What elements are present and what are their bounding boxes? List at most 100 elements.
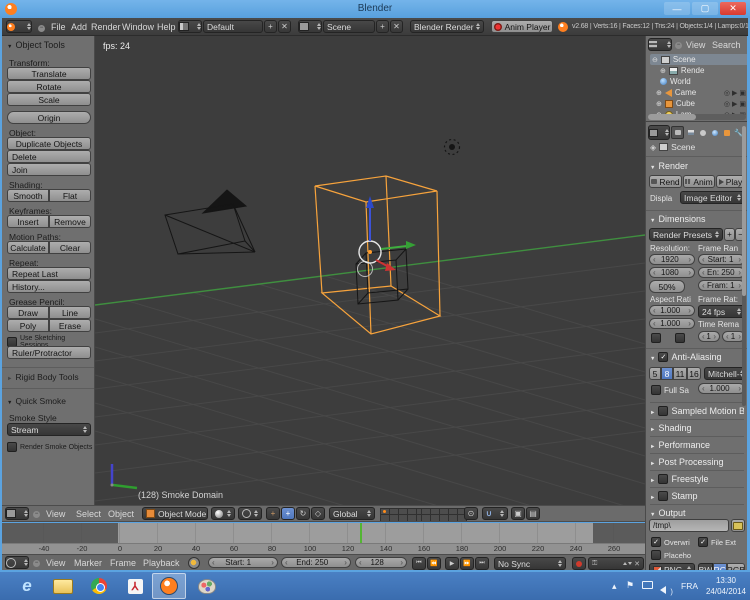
full-sample-checkbox[interactable] — [651, 385, 661, 395]
tray-clock[interactable]: 13:30 24/04/2014 — [705, 575, 747, 597]
origin-button[interactable]: Origin — [7, 111, 91, 124]
layer-grid-2b[interactable] — [421, 514, 467, 521]
rigid-body-tools-panel[interactable]: Rigid Body Tools — [15, 372, 78, 382]
render-presets-selector[interactable]: Render Presets — [649, 228, 723, 241]
collapse-menus-icon[interactable]: − — [33, 511, 40, 518]
add-scene-icon[interactable]: + — [376, 20, 389, 33]
dimensions-panel-title[interactable]: Dimensions — [658, 214, 705, 224]
transform-orientation-selector[interactable]: Global — [329, 507, 375, 520]
scene-icon-button[interactable] — [298, 20, 322, 33]
maximize-button[interactable]: ▢ — [692, 2, 718, 15]
poly-button[interactable]: Poly — [7, 319, 49, 332]
view-menu[interactable]: View — [686, 40, 705, 50]
tool-shelf-title[interactable]: Object Tools — [15, 40, 64, 50]
aa-filter-selector[interactable]: Mitchell- — [704, 367, 745, 380]
freestyle-checkbox[interactable] — [658, 474, 669, 484]
expand-icon[interactable] — [7, 372, 12, 382]
sync-mode-selector[interactable]: No Sync — [494, 557, 566, 570]
scale-manipulator-icon[interactable]: ◇ — [311, 507, 325, 520]
antialiasing-checkbox[interactable] — [658, 352, 669, 362]
timeline-track[interactable] — [2, 523, 645, 543]
editor-type-button[interactable] — [6, 20, 32, 33]
lock-icon[interactable]: ⊙ — [464, 507, 478, 520]
collapse-icon[interactable] — [7, 40, 12, 50]
tab-render-layers[interactable] — [685, 127, 696, 138]
render-opengl-anim-icon[interactable]: ▤ — [526, 507, 540, 520]
taskbar-chrome-icon[interactable] — [82, 573, 116, 599]
outliner-hscrollbar[interactable] — [648, 114, 746, 120]
resolution-percentage-button[interactable]: 50% — [649, 280, 685, 293]
placeholders-checkbox[interactable] — [651, 550, 661, 560]
aspect-y-field[interactable]: 1.000 — [649, 318, 695, 329]
remove-keyframe-button[interactable]: Remove — [49, 215, 91, 228]
resolution-x-field[interactable]: 1920 — [649, 254, 695, 265]
visibility-eye-icon[interactable]: ◎ — [724, 89, 730, 97]
border-checkbox[interactable] — [651, 333, 661, 343]
draw-button[interactable]: Draw — [7, 306, 49, 319]
search-menu[interactable]: Search — [712, 40, 741, 50]
overwrite-checkbox[interactable] — [651, 537, 661, 547]
repeat-last-button[interactable]: Repeat Last — [7, 267, 91, 280]
collapse-icon[interactable] — [650, 214, 655, 224]
flat-button[interactable]: Flat — [49, 189, 91, 202]
camera-object[interactable] — [164, 189, 256, 255]
taskbar-file-explorer-icon[interactable] — [46, 573, 80, 599]
expand-icon[interactable] — [650, 474, 655, 484]
history-button[interactable]: History... — [7, 280, 91, 293]
clear-button[interactable]: Clear — [49, 241, 91, 254]
frame-menu[interactable]: Frame — [110, 558, 136, 568]
tab-object[interactable] — [721, 127, 732, 138]
duplicate-objects-button[interactable]: Duplicate Objects — [7, 137, 91, 150]
expand-icon[interactable] — [650, 457, 655, 467]
scrollbar-thumb[interactable] — [742, 126, 746, 296]
render-animation-button[interactable]: Anim — [683, 175, 715, 188]
anim-player-button[interactable]: Anim Player — [491, 20, 553, 33]
collapse-icon[interactable]: ⊖ — [652, 56, 658, 64]
y-axis-arrow[interactable] — [380, 245, 408, 250]
output-path-field[interactable]: /tmp\ — [649, 519, 729, 532]
outliner-item-renderlayers[interactable]: ⊕ Rende — [660, 65, 746, 76]
scene-selector[interactable]: Scene — [323, 20, 375, 33]
ruler-protractor-button[interactable]: Ruler/Protractor — [7, 346, 91, 359]
stamp-checkbox[interactable] — [658, 491, 669, 501]
placeholders-row[interactable]: Placeho — [651, 550, 691, 560]
expand-icon[interactable]: ⊕ — [656, 89, 662, 97]
performance-panel[interactable]: Performance — [658, 440, 710, 450]
tray-network-icon[interactable] — [642, 581, 653, 589]
frame-rate-selector[interactable]: 24 fps — [698, 305, 745, 318]
preview-range-clock-icon[interactable] — [188, 557, 200, 569]
smoke-style-selector[interactable]: Stream — [7, 423, 91, 436]
aa-samples-8-button[interactable]: 8 — [661, 367, 673, 380]
color-rgb-button[interactable]: RG — [713, 563, 727, 570]
snap-selector[interactable]: ∪ — [482, 507, 508, 520]
delete-scene-icon[interactable]: ✕ — [390, 20, 403, 33]
outliner-item-world[interactable]: World — [660, 76, 746, 87]
properties-editor-icon[interactable] — [648, 125, 670, 140]
view-menu[interactable]: View — [46, 509, 65, 519]
stamp-panel[interactable]: Stamp — [671, 491, 697, 501]
layer-grid-1b[interactable] — [380, 514, 426, 521]
keying-set-field[interactable]: ⚿ ✕ — [588, 557, 644, 570]
minimize-button[interactable]: — — [664, 2, 690, 15]
smooth-button[interactable]: Smooth — [7, 189, 49, 202]
pivot-point-selector[interactable] — [238, 507, 262, 520]
browse-folder-icon[interactable] — [731, 519, 745, 532]
menu-file[interactable]: File — [51, 22, 66, 32]
expand-icon[interactable] — [650, 440, 655, 450]
outliner-item-scene[interactable]: ⊖ Scene — [650, 54, 747, 65]
quick-smoke-panel[interactable]: Quick Smoke — [15, 396, 66, 406]
line-button[interactable]: Line — [49, 306, 91, 319]
expand-icon[interactable]: ⊕ — [656, 100, 662, 108]
outliner-item-cube[interactable]: ⊕ Cube ◎ ▶ ▣ — [656, 98, 746, 109]
render-smoke-checkbox[interactable] — [7, 442, 17, 452]
render-panel-title[interactable]: Render — [658, 161, 688, 171]
translate-manipulator-icon[interactable]: + — [281, 507, 295, 520]
menu-help[interactable]: Help — [157, 22, 176, 32]
tab-world[interactable] — [709, 127, 720, 138]
visibility-eye-icon[interactable]: ◎ — [724, 100, 730, 108]
editor-type-button[interactable] — [648, 38, 672, 51]
taskbar-internet-explorer-icon[interactable]: e — [10, 573, 44, 599]
aa-filter-size-field[interactable]: 1.000 — [698, 383, 745, 394]
shading-panel[interactable]: Shading — [658, 423, 691, 433]
selectable-arrow-icon[interactable]: ▶ — [732, 100, 737, 108]
